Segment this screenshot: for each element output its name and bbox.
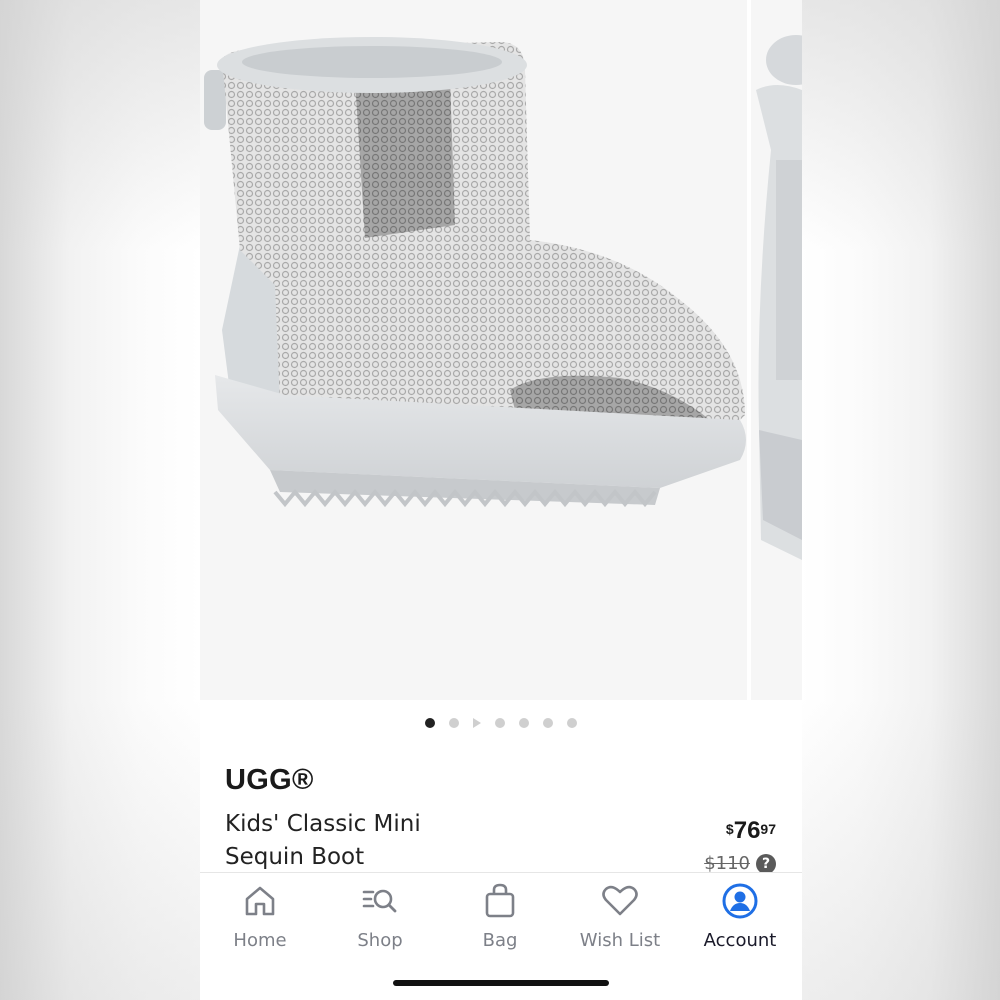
video-play-icon[interactable] [473,718,481,728]
pagination-dot[interactable] [519,718,529,728]
tab-home[interactable]: Home [200,873,320,963]
next-product-image[interactable] [751,0,802,700]
tab-shop[interactable]: Shop [320,873,440,963]
help-icon[interactable]: ? [756,853,776,874]
home-icon [240,881,280,921]
heart-icon [600,881,640,921]
brand-name[interactable]: UGG® [225,764,314,797]
pagination-dot[interactable] [567,718,577,728]
product-name: Kids' Classic Mini Sequin Boot [225,808,645,874]
sale-price: $ 76 97 [726,818,776,844]
price-cents: 97 [760,821,776,837]
product-name-line-1: Kids' Classic Mini [225,811,421,837]
pagination-dot[interactable] [495,718,505,728]
pagination-dot[interactable] [543,718,553,728]
product-name-line-2: Sequin Boot [225,844,365,870]
backdrop-right [800,0,1000,1000]
product-image-carousel[interactable] [200,0,802,700]
app-screen: UGG® Kids' Classic Mini Sequin Boot $ 76… [200,0,802,1000]
tab-bag-label: Bag [482,930,518,951]
original-price: $110 [704,853,750,874]
tab-account[interactable]: Account [680,873,800,963]
pagination-dot-active[interactable] [425,718,435,728]
backdrop-left [0,0,200,1000]
boot-image [204,37,746,508]
pagination-dot[interactable] [449,718,459,728]
boot-image-partial [756,35,802,560]
price-currency: $ [725,821,734,837]
tab-account-label: Account [703,930,777,951]
screenshot-frame: UGG® Kids' Classic Mini Sequin Boot $ 76… [0,0,1000,1000]
tab-shop-label: Shop [357,930,403,951]
original-price-row: $110 ? [704,853,776,874]
tab-bag[interactable]: Bag [440,873,560,963]
price-whole: 76 [733,817,761,844]
shop-search-icon [360,881,400,921]
bag-icon [480,881,520,921]
home-indicator[interactable] [393,980,609,986]
tab-wishlist[interactable]: Wish List [560,873,680,963]
product-image[interactable] [200,0,747,700]
carousel-pagination[interactable] [200,714,802,732]
tab-wishlist-label: Wish List [579,930,661,951]
account-icon [720,881,760,921]
tab-home-label: Home [233,930,287,951]
